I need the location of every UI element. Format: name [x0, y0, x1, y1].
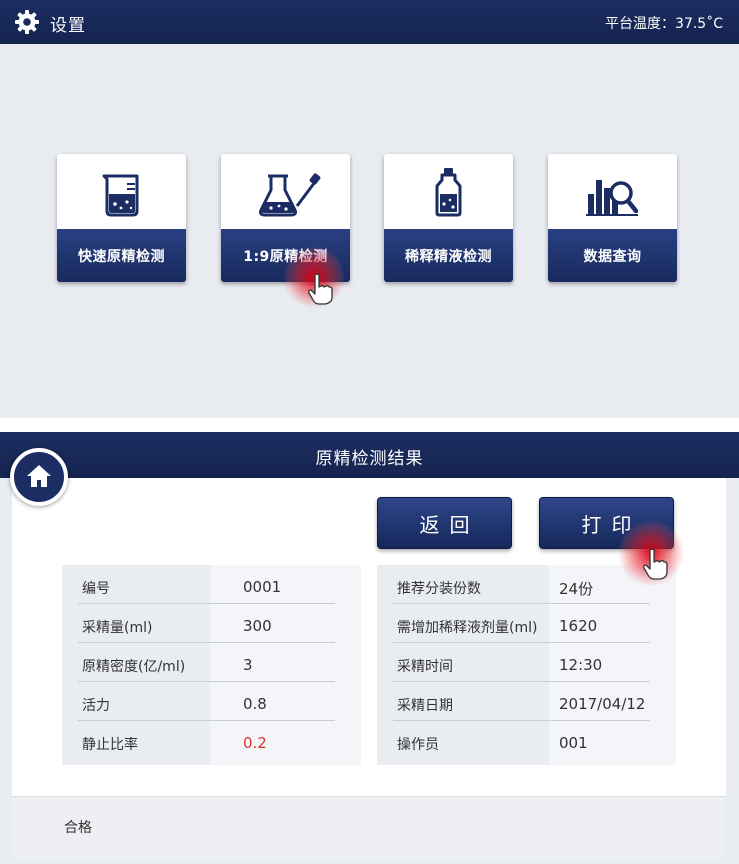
row-label: 活力	[82, 698, 110, 714]
home-button[interactable]	[10, 448, 68, 506]
table-row: 原精密度(亿/ml) 3	[62, 643, 361, 682]
row-label: 采精时间	[397, 659, 453, 675]
table-row: 采精时间 12:30	[377, 643, 676, 682]
page-title: 设置	[50, 16, 86, 36]
table-row: 采精日期 2017/04/12	[377, 682, 676, 721]
row-value: 2017/04/12	[559, 695, 646, 713]
row-value: 3	[243, 656, 253, 674]
result-title: 原精检测结果	[315, 449, 424, 469]
flask-dropper-icon	[259, 173, 321, 217]
row-value: 001	[559, 734, 588, 752]
tile-label: 稀释精液检测	[384, 229, 513, 282]
table-row: 编号 0001	[62, 565, 361, 604]
row-label: 静止比率	[82, 737, 138, 753]
row-label: 原精密度(亿/ml)	[82, 659, 186, 675]
row-value: 24份	[559, 580, 594, 598]
row-label: 编号	[82, 581, 110, 597]
row-value-highlight: 0.2	[243, 734, 267, 752]
platform-temperature: 平台温度：37.5˚C	[605, 16, 723, 32]
result-table-right: 推荐分装份数 24份 需增加稀释液剂量(ml) 1620 采精时间 12:30 …	[377, 565, 676, 765]
quick-raw-test-tile[interactable]: 快速原精检测	[57, 154, 186, 282]
table-row: 需增加稀释液剂量(ml) 1620	[377, 604, 676, 643]
diluted-test-tile[interactable]: 稀释精液检测	[384, 154, 513, 282]
data-query-tile[interactable]: 数据查询	[548, 154, 677, 282]
row-label: 推荐分装份数	[397, 581, 481, 597]
bottle-icon	[435, 168, 462, 217]
tile-label: 快速原精检测	[57, 229, 186, 282]
row-label: 操作员	[397, 737, 439, 753]
beaker-icon	[102, 174, 139, 217]
row-value: 12:30	[559, 656, 603, 674]
hand-pointer-icon	[643, 548, 668, 580]
chart-search-icon	[586, 180, 639, 216]
settings-screen: 设置 平台温度：37.5˚C 快速原精检测 1:9原精检测 稀释精液检测 数据查…	[0, 0, 739, 418]
result-table-left: 编号 0001 采精量(ml) 300 原精密度(亿/ml) 3 活力 0.8 …	[62, 565, 361, 765]
table-row: 静止比率 0.2	[62, 721, 361, 760]
back-button[interactable]: 返回	[377, 497, 512, 549]
row-label: 需增加稀释液剂量(ml)	[397, 620, 538, 636]
row-value: 1620	[559, 617, 598, 635]
gear-icon[interactable]	[14, 9, 40, 35]
qualification-status: 合格	[64, 820, 92, 836]
tile-label: 数据查询	[548, 229, 677, 282]
table-row: 采精量(ml) 300	[62, 604, 361, 643]
row-label: 采精日期	[397, 698, 453, 714]
row-value: 0.8	[243, 695, 267, 713]
row-label: 采精量(ml)	[82, 620, 153, 636]
table-row: 活力 0.8	[62, 682, 361, 721]
result-screen: 原精检测结果 返回 打印 编号 0001 采精量(ml) 300 原精密度(亿/…	[0, 432, 739, 864]
table-row: 操作员 001	[377, 721, 676, 760]
result-header: 原精检测结果	[0, 432, 739, 478]
row-value: 0001	[243, 578, 282, 596]
hand-pointer-icon	[308, 273, 333, 305]
result-footer: 合格	[12, 796, 726, 858]
top-bar: 设置 平台温度：37.5˚C	[0, 0, 739, 44]
home-icon	[27, 465, 51, 487]
row-value: 300	[243, 617, 272, 635]
